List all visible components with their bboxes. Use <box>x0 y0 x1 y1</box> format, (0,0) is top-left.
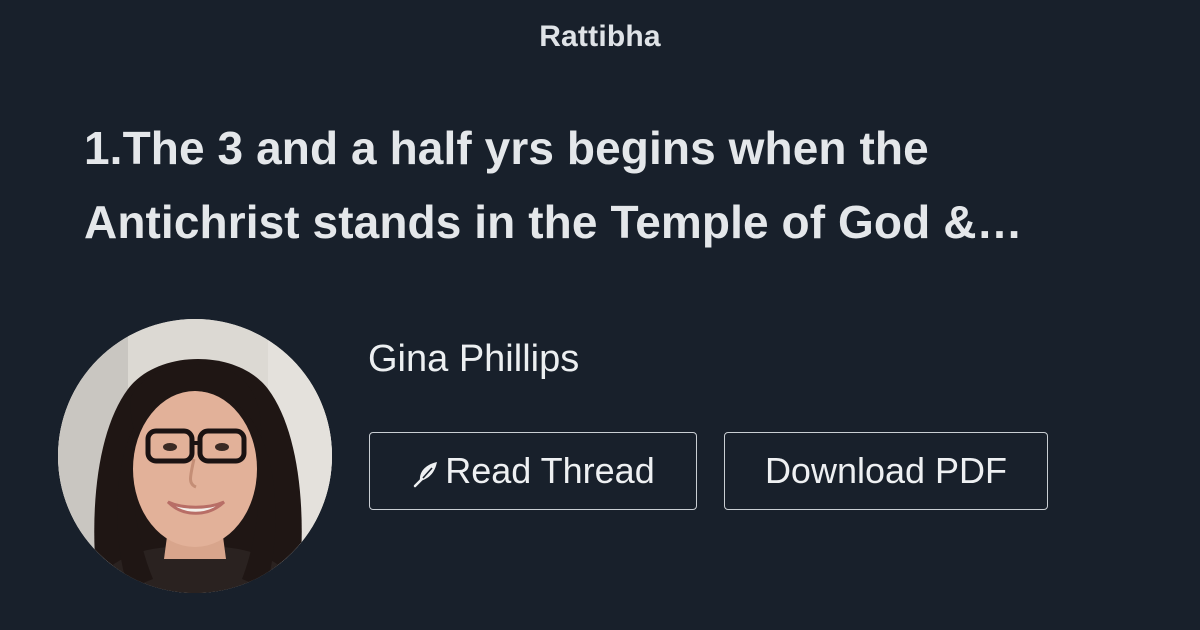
feather-icon <box>411 459 441 489</box>
download-pdf-label: Download PDF <box>764 450 1008 491</box>
author-avatar <box>58 319 332 593</box>
download-pdf-button[interactable]: Download PDF <box>724 432 1048 510</box>
profile-photo-icon <box>58 319 332 593</box>
site-brand[interactable]: Rattibha <box>0 20 1200 54</box>
read-thread-label: Read Thread <box>445 450 655 491</box>
read-thread-button[interactable]: Read Thread <box>369 432 697 510</box>
thread-title: 1.The 3 and a half yrs begins when the A… <box>84 122 977 248</box>
author-name[interactable]: Gina Phillips <box>368 338 579 381</box>
